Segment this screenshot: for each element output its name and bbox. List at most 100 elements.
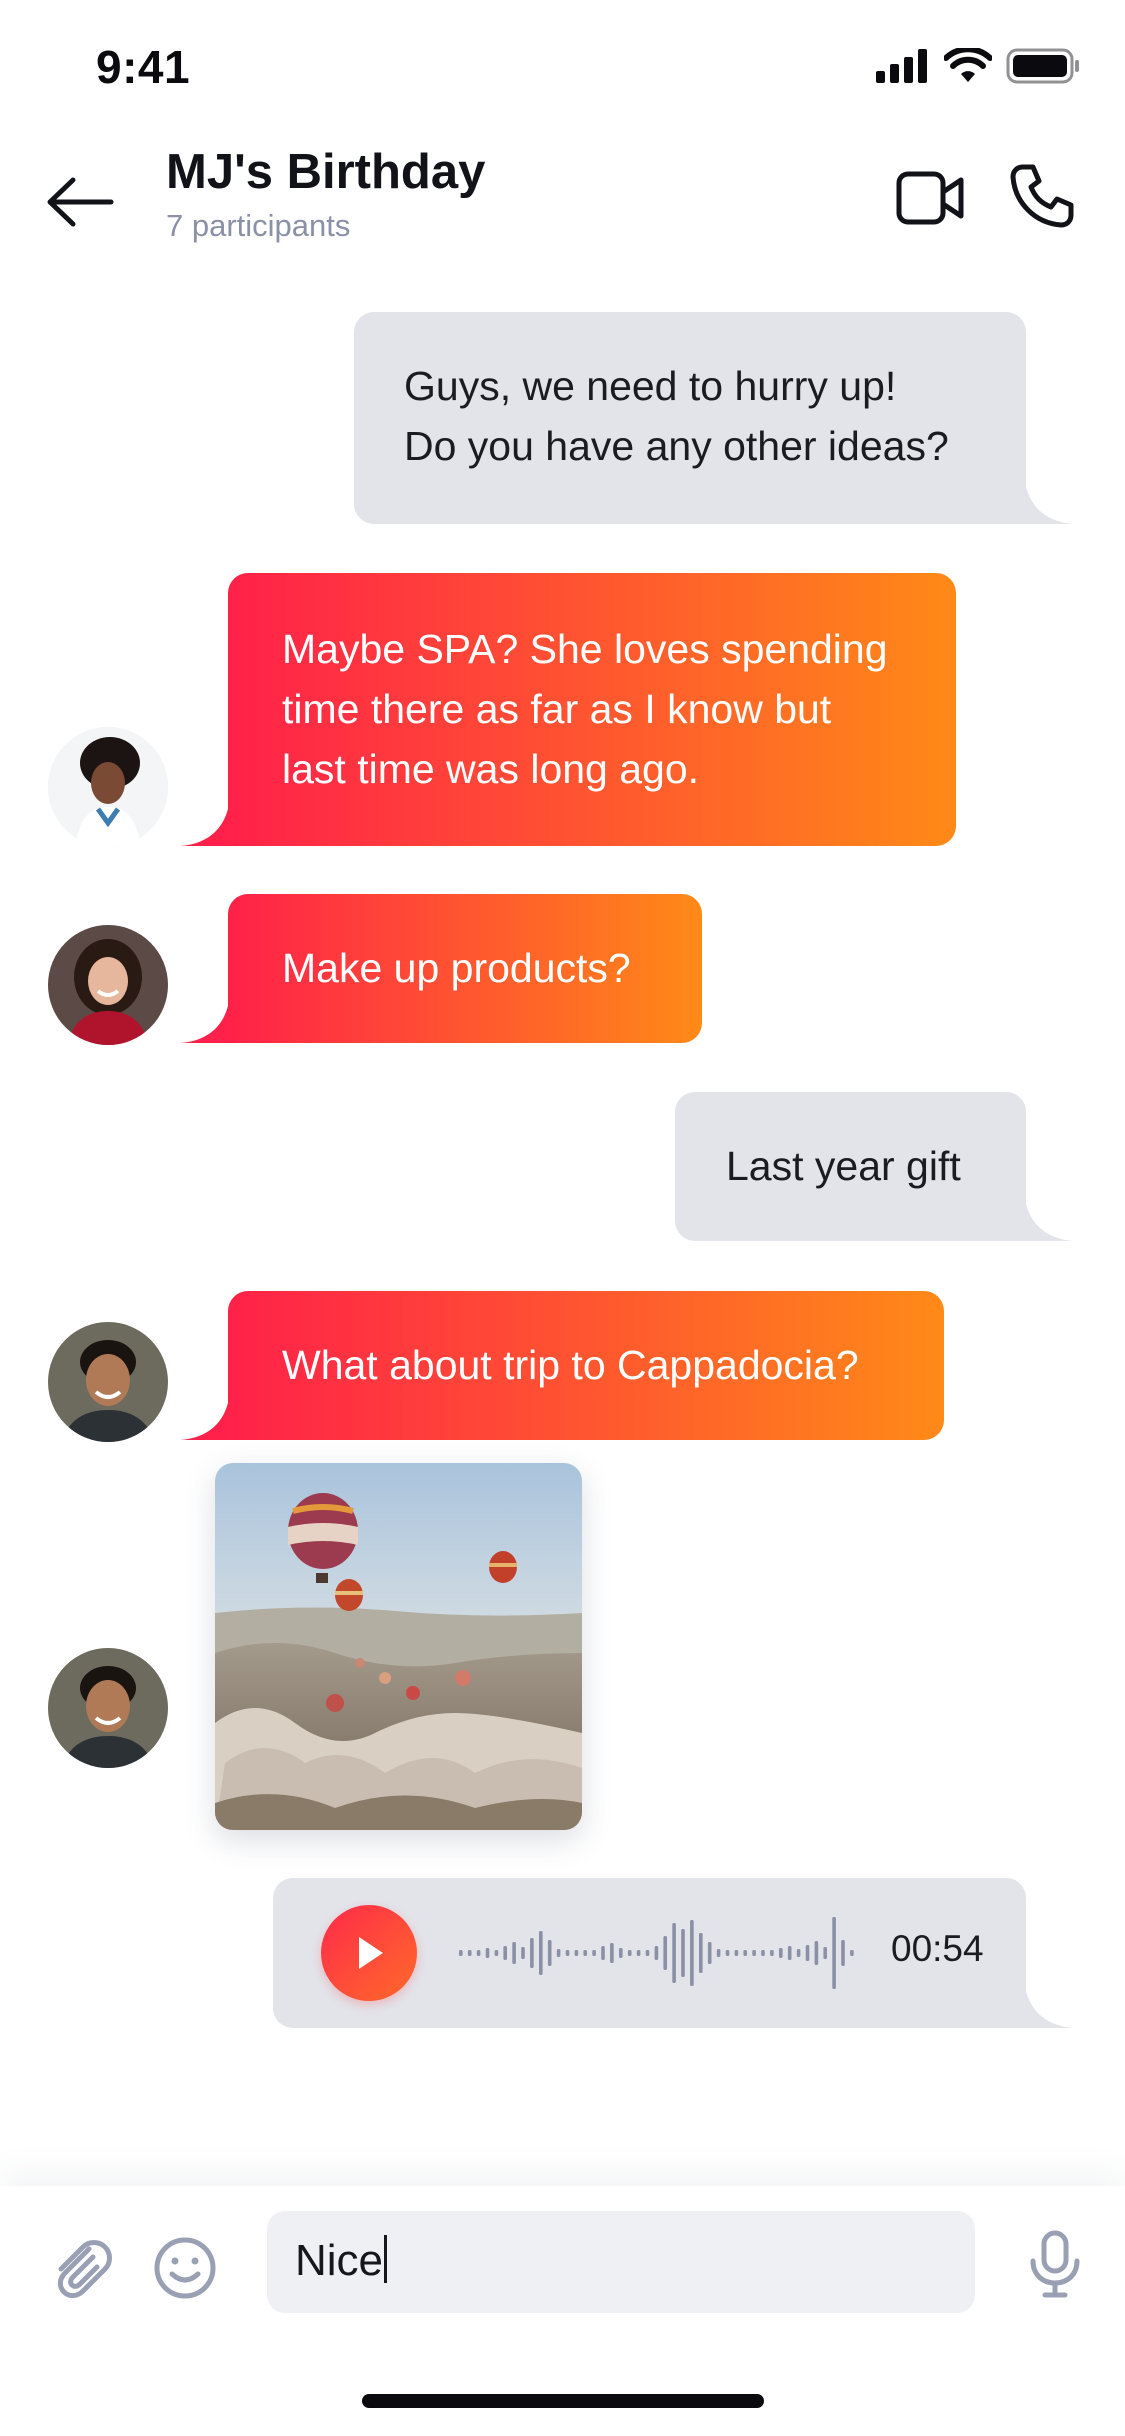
avatar-man-smiling <box>48 1322 168 1442</box>
waveform-bar <box>681 1929 685 1977</box>
message-text: Make up products? <box>282 945 631 991</box>
audio-waveform <box>459 1917 854 1989</box>
voice-call-button[interactable] <box>1002 156 1082 236</box>
message-bubble-incoming[interactable]: Maybe SPA? She loves spending time there… <box>228 573 956 846</box>
video-call-button[interactable] <box>890 158 970 238</box>
waveform-bar <box>627 1950 632 1956</box>
waveform-bar <box>619 1948 623 1958</box>
waveform-bar <box>787 1946 792 1960</box>
play-icon <box>359 1937 383 1969</box>
avatar-woman-curly-hair <box>48 727 168 847</box>
bubble-tail <box>180 993 230 1043</box>
chat-header: MJ's Birthday 7 participants <box>0 132 1125 272</box>
avatar[interactable] <box>48 727 168 847</box>
hot-air-balloons-photo <box>215 1463 582 1830</box>
waveform-bar <box>770 1950 774 1956</box>
message-bubble-outgoing[interactable]: Last year gift <box>675 1092 1026 1241</box>
waveform-bar <box>832 1917 836 1989</box>
waveform-bar <box>805 1945 810 1961</box>
waveform-bar <box>610 1943 614 1963</box>
text-caret <box>384 2235 388 2283</box>
waveform-bar <box>690 1920 694 1986</box>
attach-button[interactable] <box>40 2228 120 2308</box>
waveform-bar <box>823 1947 827 1959</box>
waveform-bar <box>556 1949 561 1957</box>
waveform-bar <box>636 1950 641 1956</box>
bubble-tail <box>1024 1191 1074 1241</box>
waveform-bar <box>521 1947 525 1959</box>
waveform-bar <box>592 1950 596 1956</box>
waveform-bar <box>725 1950 730 1956</box>
paperclip-icon <box>57 2240 112 2299</box>
participants-count: 7 participants <box>166 208 351 243</box>
phone-icon <box>1010 164 1074 228</box>
waveform-bar <box>539 1931 543 1975</box>
cellular-signal-icon <box>876 49 927 83</box>
video-camera-icon <box>896 171 964 225</box>
message-input[interactable]: Nice <box>267 2211 975 2313</box>
waveform-bar <box>672 1923 676 1983</box>
status-icons <box>876 48 1080 84</box>
battery-icon <box>1006 48 1079 84</box>
voice-record-button[interactable] <box>1015 2224 1095 2304</box>
waveform-bar <box>752 1950 756 1956</box>
message-text: Guys, we need to hurry up! Do you have a… <box>404 363 949 469</box>
message-text: Maybe SPA? She loves spending time there… <box>282 626 888 792</box>
waveform-bar <box>716 1949 721 1957</box>
home-indicator[interactable] <box>362 2394 764 2408</box>
waveform-bar <box>761 1950 765 1956</box>
play-button[interactable] <box>321 1905 417 2001</box>
waveform-bar <box>841 1940 845 1966</box>
waveform-bar <box>601 1946 605 1960</box>
message-bubble-incoming[interactable]: Make up products? <box>228 894 702 1043</box>
avatar[interactable] <box>48 925 168 1045</box>
waveform-bar <box>574 1950 579 1956</box>
waveform-bar <box>512 1942 516 1964</box>
waveform-bar <box>565 1950 570 1956</box>
message-input-value: Nice <box>295 2235 388 2286</box>
wifi-icon <box>944 48 992 82</box>
waveform-bar <box>467 1950 472 1956</box>
waveform-bar <box>530 1938 534 1968</box>
waveform-bar <box>707 1942 712 1964</box>
waveform-bar <box>734 1950 739 1956</box>
message-composer: Nice <box>0 2186 1125 2436</box>
microphone-icon <box>1030 2230 1080 2298</box>
bubble-tail <box>180 1390 230 1440</box>
waveform-bar <box>645 1950 650 1956</box>
message-bubble-outgoing[interactable]: Guys, we need to hurry up! Do you have a… <box>354 312 1026 524</box>
voice-message[interactable]: 00:54 <box>273 1878 1026 2028</box>
avatar-woman-smiling <box>48 925 168 1045</box>
message-bubble-incoming[interactable]: What about trip to Cappadocia? <box>228 1291 944 1440</box>
arrow-left-icon <box>47 177 114 227</box>
waveform-bar <box>547 1940 552 1966</box>
waveform-bar <box>476 1950 481 1956</box>
bubble-tail <box>1024 474 1074 524</box>
waveform-bar <box>796 1949 801 1957</box>
back-button[interactable] <box>40 162 120 242</box>
avatar[interactable] <box>48 1322 168 1442</box>
status-bar: 9:41 <box>0 0 1125 132</box>
shared-photo[interactable] <box>215 1463 582 1830</box>
chat-title: MJ's Birthday <box>166 145 486 199</box>
message-text: What about trip to Cappadocia? <box>282 1342 859 1388</box>
smiley-icon <box>154 2237 216 2299</box>
waveform-bar <box>494 1950 499 1956</box>
bubble-tail <box>1024 1978 1074 2028</box>
waveform-bar <box>654 1946 659 1960</box>
waveform-bar <box>779 1948 783 1958</box>
waveform-bar <box>583 1950 587 1956</box>
avatar[interactable] <box>48 1648 168 1768</box>
avatar-man-smiling <box>48 1648 168 1768</box>
waveform-bar <box>485 1948 490 1958</box>
waveform-bar <box>699 1933 703 1973</box>
audio-duration: 00:54 <box>891 1928 984 1969</box>
message-text: Last year gift <box>726 1143 961 1189</box>
waveform-bar <box>850 1950 854 1956</box>
status-time: 9:41 <box>96 41 191 93</box>
waveform-bar <box>503 1946 507 1960</box>
emoji-button[interactable] <box>145 2228 225 2308</box>
waveform-bar <box>663 1936 667 1970</box>
waveform-bar <box>814 1941 819 1965</box>
waveform-bar <box>743 1950 747 1956</box>
